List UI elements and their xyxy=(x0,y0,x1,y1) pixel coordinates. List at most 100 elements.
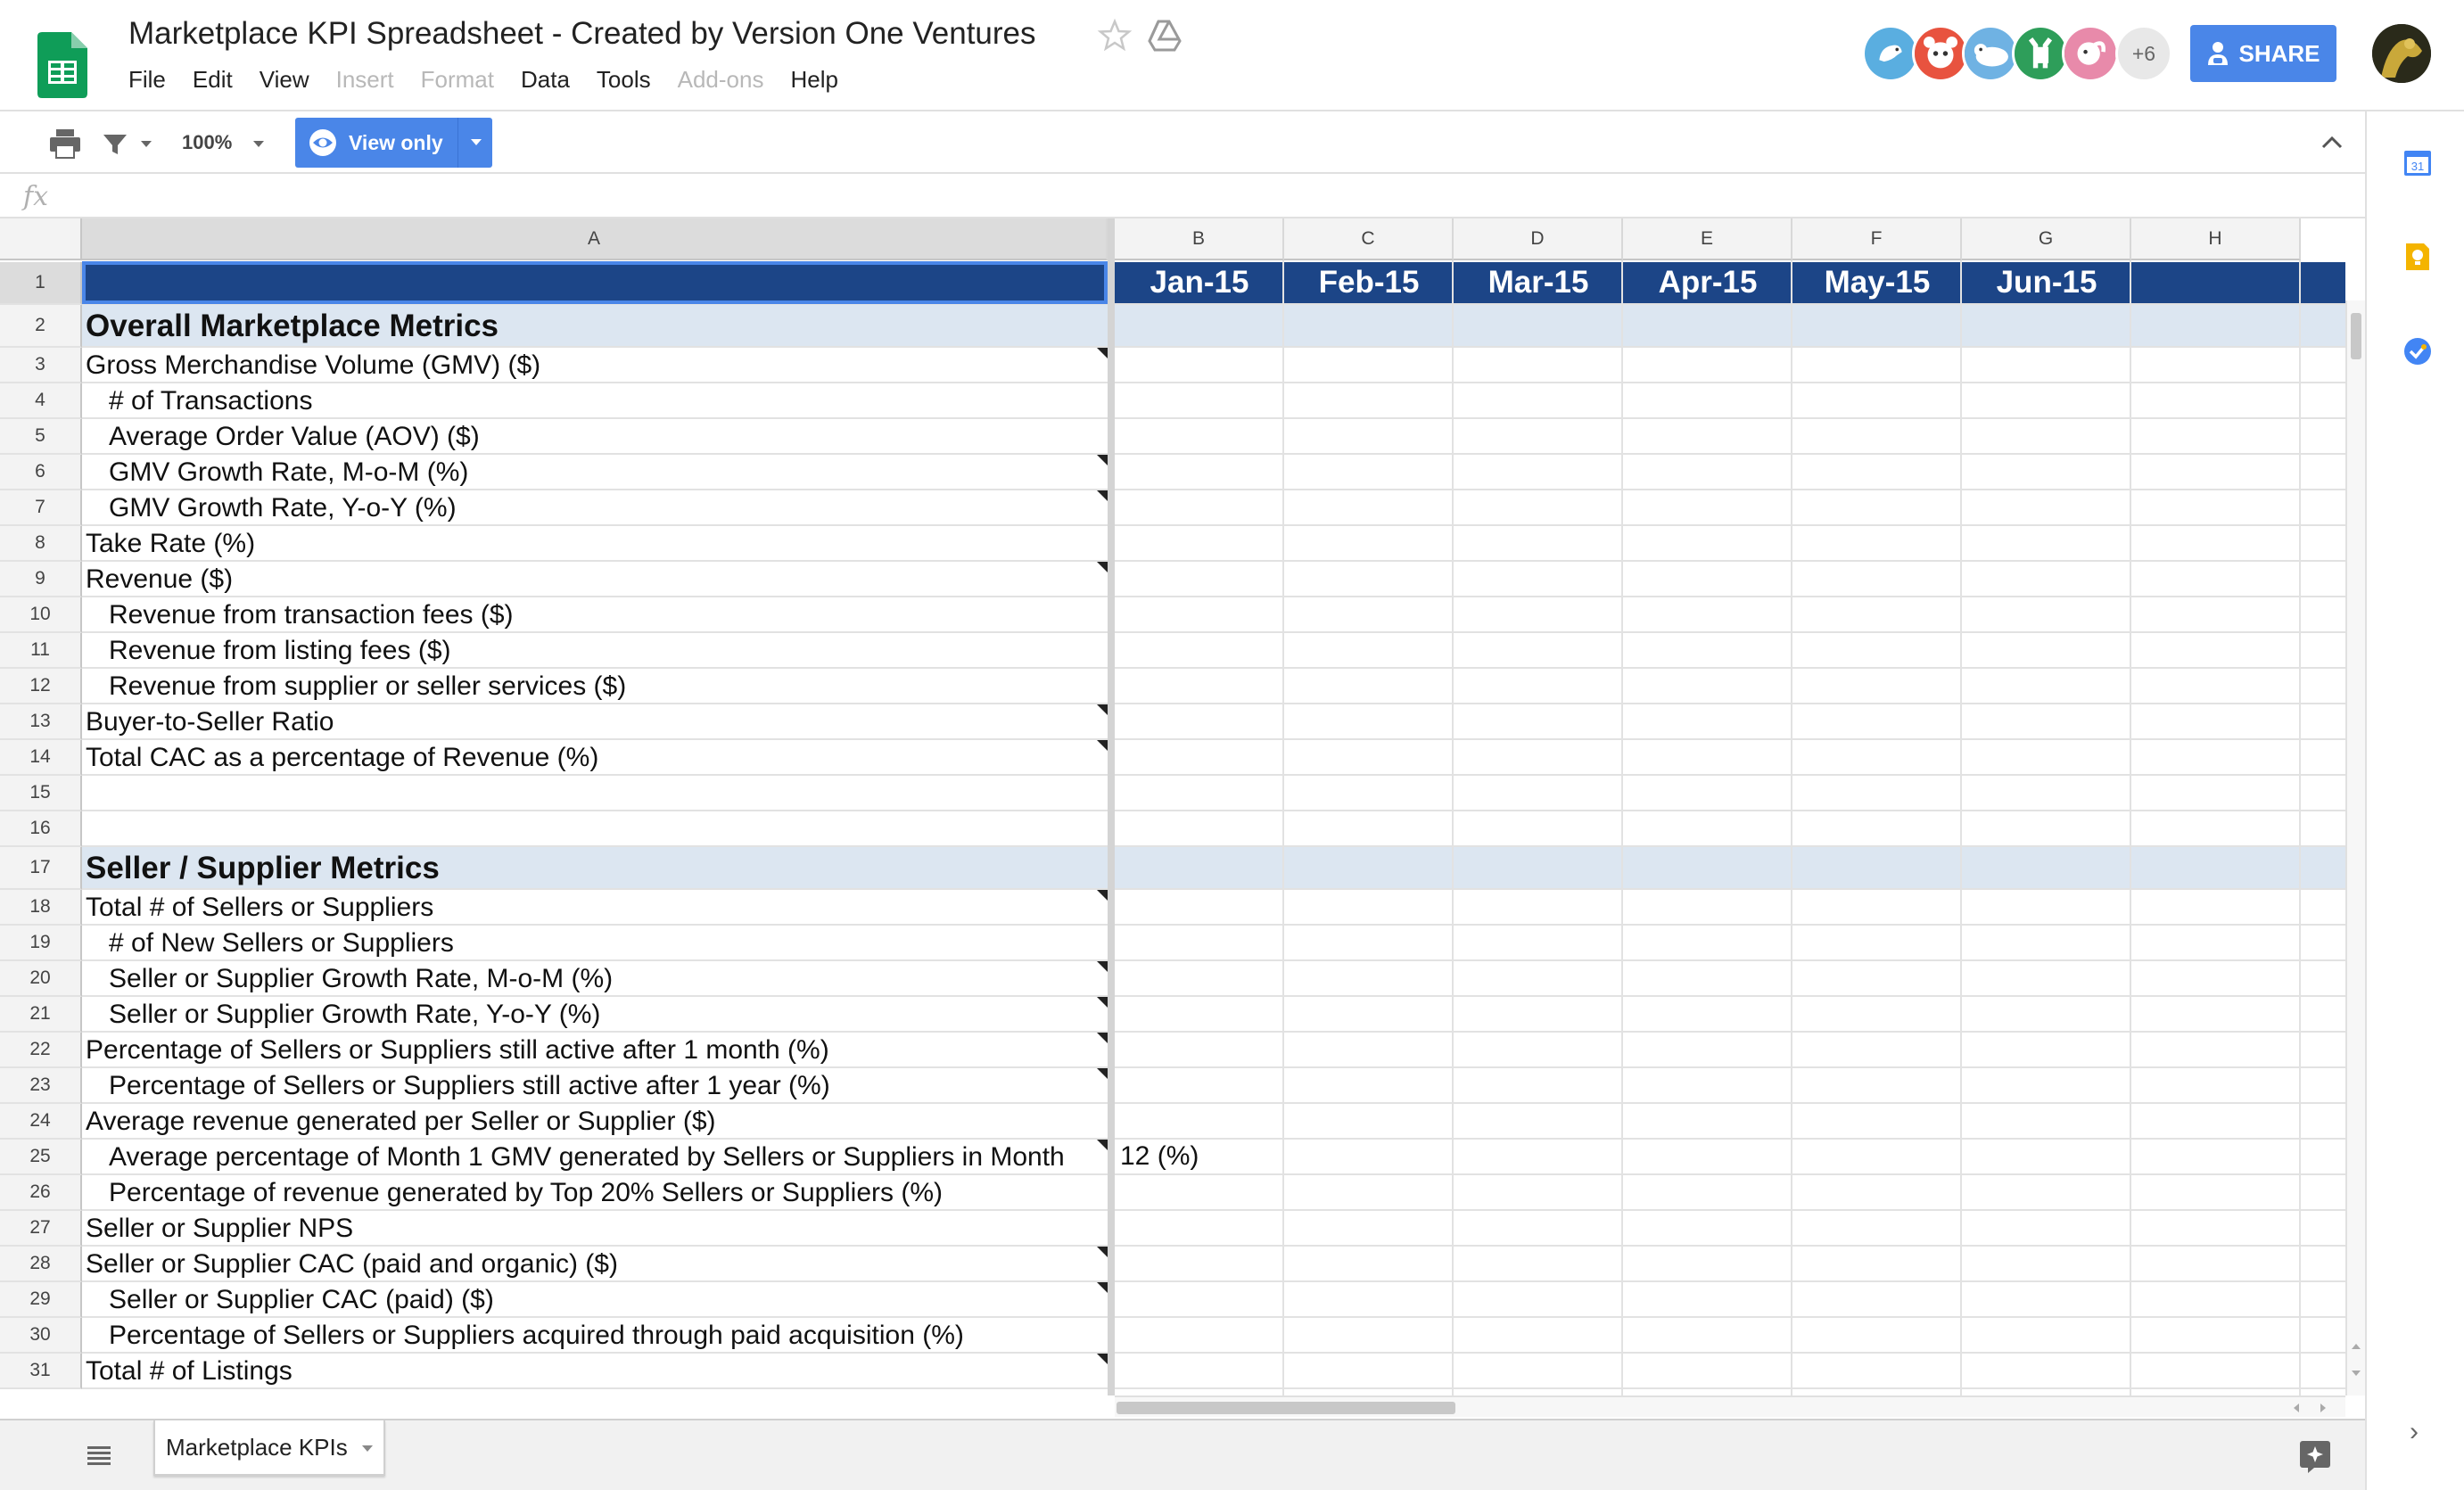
metric-label-cell[interactable]: Seller or Supplier CAC (paid and organic… xyxy=(86,1247,618,1282)
cell-note-indicator-icon[interactable] xyxy=(1097,348,1108,358)
more-collaborators-badge[interactable]: +6 xyxy=(2115,25,2172,82)
row-header[interactable]: 5 xyxy=(0,419,82,455)
month-header-cell[interactable]: May-15 xyxy=(1792,262,1962,303)
metric-label-cell[interactable]: GMV Growth Rate, Y-o-Y (%) xyxy=(109,490,457,526)
row-header[interactable]: 6 xyxy=(0,455,82,490)
row-header[interactable]: 29 xyxy=(0,1282,82,1318)
row-header[interactable]: 19 xyxy=(0,926,82,961)
metric-label-cell[interactable]: Average percentage of Month 1 GMV genera… xyxy=(109,1140,1065,1175)
collaborator-avatar[interactable] xyxy=(2062,25,2119,82)
row-header[interactable]: 21 xyxy=(0,997,82,1033)
month-header-cell[interactable]: Apr-15 xyxy=(1623,262,1792,303)
metric-label-cell[interactable]: Gross Merchandise Volume (GMV) ($) xyxy=(86,348,540,383)
row-header[interactable]: 28 xyxy=(0,1247,82,1282)
star-icon[interactable] xyxy=(1097,18,1133,54)
document-title[interactable]: Marketplace KPI Spreadsheet - Created by… xyxy=(128,16,1036,52)
column-header-f[interactable]: F xyxy=(1792,218,1962,260)
move-to-drive-folder-icon[interactable] xyxy=(1146,18,1183,54)
month-header-cell[interactable]: Jan-15 xyxy=(1115,262,1284,303)
row-header[interactable]: 4 xyxy=(0,383,82,419)
collapse-menus-chevron-up-icon[interactable] xyxy=(2319,129,2345,156)
cell-note-indicator-icon[interactable] xyxy=(1097,1354,1108,1364)
metric-label-cell[interactable]: Percentage of Sellers or Suppliers still… xyxy=(86,1033,829,1068)
row-header[interactable]: 2 xyxy=(0,305,82,348)
cell-note-indicator-icon[interactable] xyxy=(1097,455,1108,465)
row-header[interactable]: 26 xyxy=(0,1175,82,1211)
column-header-h[interactable]: H xyxy=(2131,218,2301,260)
menu-help[interactable]: Help xyxy=(790,66,837,95)
metric-label-cell[interactable]: Revenue from supplier or seller services… xyxy=(109,669,626,704)
cell-note-indicator-icon[interactable] xyxy=(1097,997,1108,1008)
account-avatar[interactable] xyxy=(2372,24,2431,83)
metric-label-cell[interactable]: Revenue from listing fees ($) xyxy=(109,633,451,669)
row-header[interactable]: 27 xyxy=(0,1211,82,1247)
cell-note-indicator-icon[interactable] xyxy=(1097,961,1108,972)
metric-label-cell[interactable]: Seller or Supplier CAC (paid) ($) xyxy=(109,1282,494,1318)
metric-label-cell[interactable]: Percentage of revenue generated by Top 2… xyxy=(109,1175,943,1211)
row-header[interactable]: 8 xyxy=(0,526,82,562)
column-header-d[interactable]: D xyxy=(1454,218,1623,260)
menu-edit[interactable]: Edit xyxy=(193,66,233,95)
row-header[interactable]: 14 xyxy=(0,740,82,776)
row-header[interactable]: 17 xyxy=(0,847,82,890)
cell-note-indicator-icon[interactable] xyxy=(1097,890,1108,901)
row-header[interactable]: 25 xyxy=(0,1140,82,1175)
metric-label-cell[interactable]: Seller or Supplier NPS xyxy=(86,1211,353,1247)
section-heading-cell[interactable]: Overall Marketplace Metrics xyxy=(86,309,499,344)
cell-note-indicator-icon[interactable] xyxy=(1097,1247,1108,1257)
metric-label-cell[interactable]: Revenue from transaction fees ($) xyxy=(109,597,514,633)
vertical-scrollbar[interactable] xyxy=(2345,300,2365,1395)
metric-label-cell[interactable]: Buyer-to-Seller Ratio xyxy=(86,704,334,740)
metric-label-cell[interactable]: Total # of Sellers or Suppliers xyxy=(86,890,433,926)
collaborator-avatar[interactable] xyxy=(1962,25,2019,82)
sheets-logo-icon[interactable] xyxy=(37,32,87,98)
tasks-icon[interactable] xyxy=(2402,336,2433,366)
month-header-cell[interactable]: Jun-15 xyxy=(1962,262,2131,303)
print-icon[interactable] xyxy=(48,128,82,160)
sheet-tab-caret-icon[interactable] xyxy=(362,1445,373,1452)
row-header[interactable]: 18 xyxy=(0,890,82,926)
menu-file[interactable]: File xyxy=(128,66,166,95)
metric-label-cell[interactable]: Seller or Supplier Growth Rate, M-o-M (%… xyxy=(109,961,613,997)
row-header[interactable]: 10 xyxy=(0,597,82,633)
metric-label-cell[interactable]: Take Rate (%) xyxy=(86,526,255,562)
horizontal-scrollbar[interactable] xyxy=(1115,1395,2345,1417)
metric-label-cell[interactable]: Average Order Value (AOV) ($) xyxy=(109,419,480,455)
month-header-cell[interactable]: Feb-15 xyxy=(1284,262,1454,303)
zoom-level[interactable]: 100% xyxy=(182,131,232,154)
metric-label-cell[interactable]: # of Transactions xyxy=(109,383,312,419)
column-header-c[interactable]: C xyxy=(1284,218,1454,260)
menu-view[interactable]: View xyxy=(260,66,309,95)
column-header-a[interactable]: A xyxy=(82,218,1108,260)
collaborator-avatar[interactable] xyxy=(2012,25,2069,82)
column-header-b[interactable]: B xyxy=(1115,218,1284,260)
column-header-e[interactable]: E xyxy=(1623,218,1792,260)
calendar-icon[interactable]: 31 xyxy=(2402,147,2433,177)
cell-note-indicator-icon[interactable] xyxy=(1097,1033,1108,1043)
horizontal-scrollbar-thumb[interactable] xyxy=(1117,1402,1455,1414)
metric-label-cell[interactable]: # of New Sellers or Suppliers xyxy=(109,926,454,961)
keep-notes-icon[interactable] xyxy=(2402,242,2433,272)
scroll-left-arrow-icon[interactable] xyxy=(2294,1404,2299,1412)
metric-label-cell[interactable]: Total CAC as a percentage of Revenue (%) xyxy=(86,740,598,776)
month-header-cell[interactable]: Mar-15 xyxy=(1454,262,1623,303)
row-header[interactable]: 13 xyxy=(0,704,82,740)
vertical-scrollbar-thumb[interactable] xyxy=(2351,313,2361,359)
row-header[interactable]: 20 xyxy=(0,961,82,997)
metric-label-cell[interactable]: Average revenue generated per Seller or … xyxy=(86,1104,716,1140)
scroll-right-arrow-icon[interactable] xyxy=(2320,1404,2326,1412)
row-header[interactable]: 24 xyxy=(0,1104,82,1140)
cell-note-indicator-icon[interactable] xyxy=(1097,1282,1108,1293)
scroll-down-arrow-icon[interactable] xyxy=(2352,1371,2361,1376)
row-header[interactable]: 11 xyxy=(0,633,82,669)
sheet-tab-marketplace-kpis[interactable]: Marketplace KPIs xyxy=(153,1420,385,1476)
cell-note-indicator-icon[interactable] xyxy=(1097,490,1108,501)
metric-label-cell[interactable]: Total # of Listings xyxy=(86,1354,293,1389)
row-header[interactable]: 9 xyxy=(0,562,82,597)
row-header[interactable]: 7 xyxy=(0,490,82,526)
cell-note-indicator-icon[interactable] xyxy=(1097,740,1108,751)
column-header-g[interactable]: G xyxy=(1962,218,2131,260)
metric-label-cell[interactable]: Revenue ($) xyxy=(86,562,233,597)
view-only-mode-button[interactable]: View only xyxy=(295,118,492,168)
cell-note-indicator-icon[interactable] xyxy=(1097,1140,1108,1150)
